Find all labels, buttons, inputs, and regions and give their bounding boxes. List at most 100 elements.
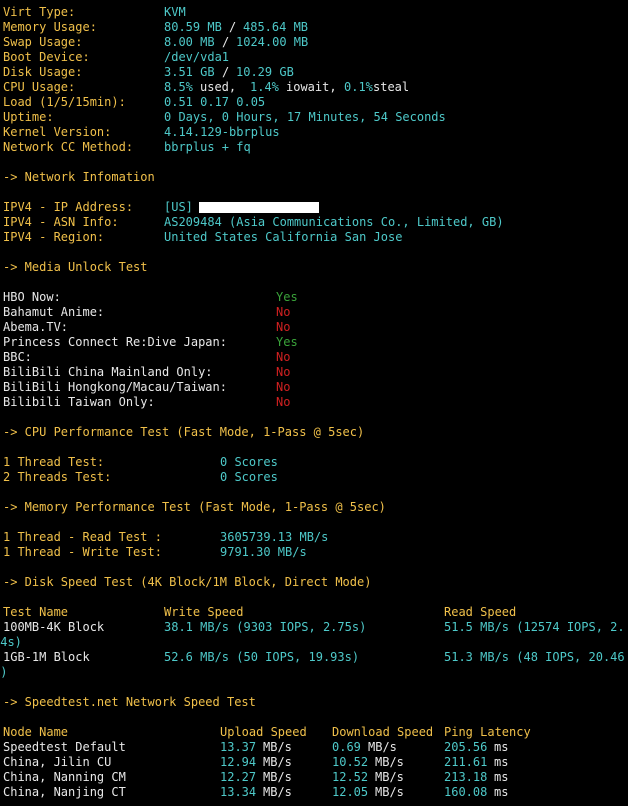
memory-test-label: 1 Thread - Write Test:	[3, 545, 162, 559]
speedtest-download: 0.69	[332, 740, 361, 754]
swap-total: 1024.00 MB	[236, 35, 309, 49]
speedtest-download-unit: MB/s	[375, 770, 404, 784]
disk-test-read: 51.3 MB/s (48 IOPS, 20.46	[444, 650, 625, 664]
media-item-result: No	[276, 320, 291, 334]
kernel-label: Kernel Version:	[3, 125, 112, 139]
media-item-name: Princess Connect Re:Dive Japan:	[3, 335, 227, 349]
disk-test-header: -> Disk Speed Test (4K Block/1M Block, D…	[3, 575, 372, 589]
speedtest-ping: 213.18	[444, 770, 488, 784]
network-cc-label: Network CC Method:	[3, 140, 134, 154]
speedtest-upload: 13.34	[220, 785, 257, 799]
disk-test-read-wrap: s)	[0, 665, 8, 679]
speedtest-download: 12.52	[332, 770, 369, 784]
speedtest-ping-unit: ms	[494, 755, 509, 769]
disk-col-name: Test Name	[3, 605, 69, 619]
network-cc-value: bbrplus + fq	[164, 140, 251, 154]
ipv4-asn-label: IPV4 - ASN Info:	[3, 215, 119, 229]
speedtest-ping-unit: ms	[494, 785, 509, 799]
cpu-iowait-word: iowait,	[286, 80, 337, 94]
media-item-name: BBC:	[3, 350, 32, 364]
speedtest-col-ping: Ping Latency	[444, 725, 531, 739]
speedtest-download-unit: MB/s	[368, 740, 397, 754]
cpu-used-word: used,	[200, 80, 237, 94]
media-item-name: BiliBili China Mainland Only:	[3, 365, 213, 379]
speedtest-ping-unit: ms	[494, 740, 509, 754]
cpu-iowait: 1.4%	[250, 80, 279, 94]
cpu-test-header: -> CPU Performance Test (Fast Mode, 1-Pa…	[3, 425, 365, 439]
ipv4-address-label: IPV4 - IP Address:	[3, 200, 134, 214]
speedtest-upload-unit: MB/s	[263, 785, 292, 799]
disk-test-name: 100MB-4K Block	[3, 620, 105, 634]
media-item-name: Bahamut Anime:	[3, 305, 105, 319]
speedtest-node: China, Jilin CU	[3, 755, 112, 769]
cpu-test-value: 0 Scores	[220, 455, 278, 469]
cpu-test-value: 0 Scores	[220, 470, 278, 484]
ipv4-region-label: IPV4 - Region:	[3, 230, 105, 244]
uptime-label: Uptime:	[3, 110, 54, 124]
speedtest-col-node: Node Name	[3, 725, 69, 739]
media-item-result: No	[276, 350, 291, 364]
speedtest-ping-unit: ms	[494, 770, 509, 784]
virt-type-value: KVM	[164, 5, 186, 19]
media-item-name: HBO Now:	[3, 290, 61, 304]
speedtest-header: -> Speedtest.net Network Speed Test	[3, 695, 256, 709]
speedtest-node: Speedtest Default	[3, 740, 126, 754]
media-item-result: No	[276, 380, 291, 394]
disk-test-read: 51.5 MB/s (12574 IOPS, 2.	[444, 620, 625, 634]
speedtest-col-upload: Upload Speed	[220, 725, 307, 739]
disk-col-read: Read Speed	[444, 605, 517, 619]
media-header: -> Media Unlock Test	[3, 260, 148, 274]
disk-sep: /	[222, 65, 230, 79]
cpu-used: 8.5%	[164, 80, 193, 94]
ipv4-region-value: United States California San Jose	[164, 230, 403, 244]
disk-used: 3.51 GB	[164, 65, 215, 79]
media-item-result: No	[276, 305, 291, 319]
memory-sep: /	[229, 20, 237, 34]
load-value: 0.51 0.17 0.05	[164, 95, 266, 109]
speedtest-download: 12.05	[332, 785, 369, 799]
disk-test-write: 52.6 MB/s (50 IOPS, 19.93s)	[164, 650, 360, 664]
network-header: -> Network Infomation	[3, 170, 155, 184]
memory-test-value: 9791.30 MB/s	[220, 545, 307, 559]
memory-test-label: 1 Thread - Read Test :	[3, 530, 162, 544]
speedtest-node: China, Nanjing CT	[3, 785, 126, 799]
uptime-value: 0 Days, 0 Hours, 17 Minutes, 54 Seconds	[164, 110, 446, 124]
memory-total: 485.64 MB	[243, 20, 309, 34]
speedtest-upload: 13.37	[220, 740, 257, 754]
speedtest-upload-unit: MB/s	[263, 740, 292, 754]
speedtest-download-unit: MB/s	[375, 785, 404, 799]
disk-test-write: 38.1 MB/s (9303 IOPS, 2.75s)	[164, 620, 367, 634]
disk-col-write: Write Speed	[164, 605, 244, 619]
speedtest-upload: 12.94	[220, 755, 257, 769]
cpu-steal-word: steal	[373, 80, 410, 94]
swap-used: 8.00 MB	[164, 35, 215, 49]
memory-used: 80.59 MB	[164, 20, 222, 34]
disk-total: 10.29 GB	[236, 65, 294, 79]
boot-device-label: Boot Device:	[3, 50, 90, 64]
media-item-result: No	[276, 395, 291, 409]
swap-sep: /	[222, 35, 230, 49]
speedtest-upload-unit: MB/s	[263, 770, 292, 784]
ipv4-asn-value: AS209484 (Asia Communications Co., Limit…	[164, 215, 504, 229]
speedtest-ping: 205.56	[444, 740, 488, 754]
speedtest-upload-unit: MB/s	[263, 755, 292, 769]
media-item-result: Yes	[276, 290, 298, 304]
speedtest-node: China, Nanning CM	[3, 770, 126, 784]
speedtest-download-unit: MB/s	[375, 755, 404, 769]
cpu-label: CPU Usage:	[3, 80, 76, 94]
boot-device-value: /dev/vda1	[164, 50, 230, 64]
kernel-value: 4.14.129-bbrplus	[164, 125, 280, 139]
speedtest-upload: 12.27	[220, 770, 257, 784]
swap-label: Swap Usage:	[3, 35, 83, 49]
memory-test-header: -> Memory Performance Test (Fast Mode, 1…	[3, 500, 386, 514]
media-item-name: Abema.TV:	[3, 320, 69, 334]
speedtest-col-download: Download Speed	[332, 725, 434, 739]
load-label: Load (1/5/15min):	[3, 95, 126, 109]
disk-label: Disk Usage:	[3, 65, 83, 79]
media-item-name: Bilibili Taiwan Only:	[3, 395, 155, 409]
ipv4-address-value: [US]	[164, 200, 193, 214]
media-item-result: No	[276, 365, 291, 379]
speedtest-ping: 211.61	[444, 755, 488, 769]
cpu-steal: 0.1%	[344, 80, 373, 94]
cpu-test-label: 2 Threads Test:	[3, 470, 112, 484]
